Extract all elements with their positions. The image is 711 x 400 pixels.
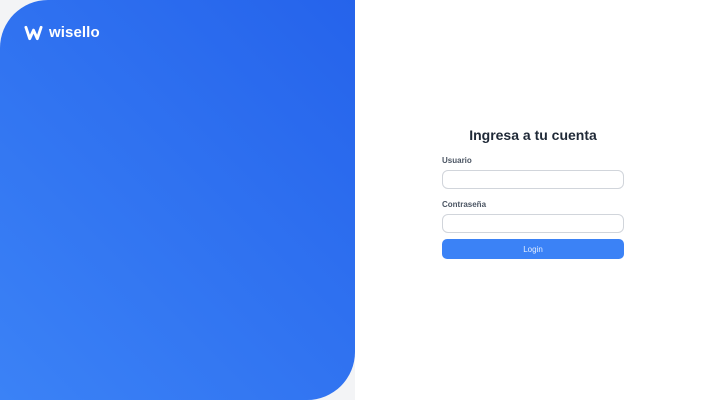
login-button[interactable]: Login bbox=[442, 239, 624, 259]
wisello-logo-icon bbox=[24, 25, 43, 41]
login-form: Ingresa a tu cuenta Usuario Contraseña L… bbox=[442, 126, 624, 259]
password-input[interactable] bbox=[442, 214, 624, 233]
username-input[interactable] bbox=[442, 170, 624, 189]
username-label: Usuario bbox=[442, 156, 472, 165]
brand-logo: wisello bbox=[24, 24, 100, 42]
brand-panel: wisello bbox=[0, 0, 355, 400]
brand-name: wisello bbox=[49, 24, 100, 41]
login-panel: Ingresa a tu cuenta Usuario Contraseña L… bbox=[355, 0, 711, 400]
password-label: Contraseña bbox=[442, 200, 487, 209]
login-title: Ingresa a tu cuenta bbox=[469, 127, 597, 143]
login-page: wisello Ingresa a tu cuenta Usuario Cont… bbox=[0, 0, 711, 400]
